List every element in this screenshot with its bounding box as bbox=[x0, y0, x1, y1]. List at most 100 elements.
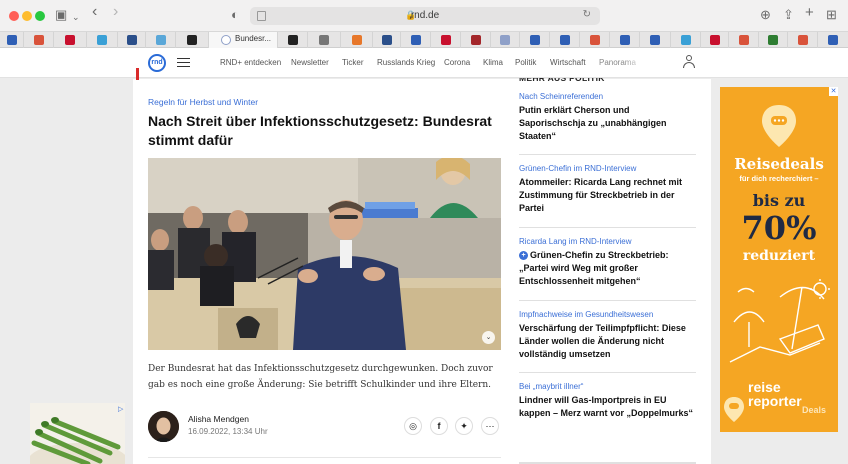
nav-item-wirtschaft[interactable]: Wirtschaft bbox=[550, 58, 586, 67]
share-icon[interactable]: ⇪ bbox=[783, 8, 794, 22]
tab[interactable] bbox=[278, 32, 308, 48]
tab[interactable] bbox=[431, 32, 461, 48]
svg-text:▷: ▷ bbox=[118, 406, 124, 413]
sidebar-article-kicker: Impfnachweise im Gesundheitswesen bbox=[519, 310, 654, 319]
favicon-icon bbox=[589, 35, 600, 45]
close-window-button[interactable] bbox=[9, 11, 19, 21]
web-page: rnd RND+ entdecken Newsletter Ticker Rus… bbox=[0, 48, 848, 464]
nav-item-panorama[interactable]: Panorama bbox=[599, 58, 647, 67]
favicon-icon bbox=[680, 35, 691, 45]
nav-item-rnd-plus[interactable]: RND+ entdecken bbox=[220, 58, 281, 67]
address-bar[interactable]: 🔒 rnd.de ↻ bbox=[250, 7, 600, 25]
nav-item-russlands-krieg[interactable]: Russlands Krieg bbox=[377, 58, 435, 67]
tab[interactable] bbox=[610, 32, 640, 48]
tab[interactable] bbox=[759, 32, 788, 48]
tab[interactable] bbox=[176, 32, 209, 48]
tab[interactable] bbox=[118, 32, 146, 48]
rnd-logo[interactable]: rnd bbox=[148, 54, 166, 72]
facebook-share-button[interactable]: f bbox=[430, 417, 448, 435]
tab[interactable] bbox=[520, 32, 550, 48]
shield-icon[interactable]: ◐ bbox=[231, 8, 239, 22]
ad-percent: 70% bbox=[741, 209, 817, 247]
tab[interactable] bbox=[308, 32, 341, 48]
new-tab-icon[interactable]: + bbox=[805, 5, 814, 20]
user-icon[interactable] bbox=[683, 55, 695, 69]
sidebar-article[interactable]: Impfnachweise im Gesundheitswesen Versch… bbox=[519, 310, 697, 361]
favicon-icon bbox=[828, 35, 838, 45]
food-ad[interactable]: ▷ bbox=[30, 403, 125, 464]
article-headline[interactable]: Nach Streit über Infektionsschutzgesetz:… bbox=[148, 112, 508, 150]
expand-icon[interactable]: ⌄ bbox=[482, 331, 495, 344]
download-icon[interactable]: ⊕ bbox=[760, 8, 771, 22]
back-button[interactable]: ‹ bbox=[92, 4, 97, 20]
favicon-icon bbox=[440, 35, 451, 45]
tab[interactable] bbox=[788, 32, 818, 48]
favicon-icon bbox=[381, 35, 392, 45]
tab[interactable] bbox=[401, 32, 431, 48]
tab[interactable] bbox=[640, 32, 671, 48]
favicon-icon bbox=[650, 35, 660, 45]
sidebar-article-title: Verschärfung der Teilimpfpflicht: Diese … bbox=[519, 323, 686, 359]
favicon-icon bbox=[470, 35, 481, 45]
tab[interactable] bbox=[671, 32, 701, 48]
article-teaser: Der Bundesrat hat das Infektionsschutzge… bbox=[148, 364, 493, 390]
sidebar-article-title: Putin erklärt Cherson und Saporischschja… bbox=[519, 105, 667, 141]
article-hero-image[interactable]: ⌄ bbox=[148, 158, 501, 350]
divider bbox=[519, 227, 696, 228]
tab[interactable] bbox=[146, 32, 176, 48]
sidebar-article-kicker: Nach Scheinreferenden bbox=[519, 92, 604, 101]
tab[interactable] bbox=[491, 32, 520, 48]
menu-icon[interactable] bbox=[177, 58, 190, 67]
nav-item-klima[interactable]: Klima bbox=[483, 58, 503, 67]
tab[interactable] bbox=[729, 32, 759, 48]
author-name[interactable]: Alisha Mendgen bbox=[188, 414, 249, 424]
whatsapp-share-button[interactable]: ◎ bbox=[404, 417, 422, 435]
sidebar-article-kicker: Ricarda Lang im RND-Interview bbox=[519, 237, 632, 246]
nav-item-ticker[interactable]: Ticker bbox=[342, 58, 363, 67]
author-avatar[interactable] bbox=[148, 411, 179, 442]
sidebar-article[interactable]: Ricarda Lang im RND-Interview + Grünen-Ch… bbox=[519, 237, 697, 288]
sidebar-article-title: Atommeiler: Ricarda Lang rechnet mit Zus… bbox=[519, 177, 683, 213]
sidebar-article-kicker: Grünen-Chefin im RND-Interview bbox=[519, 164, 637, 173]
tab[interactable] bbox=[461, 32, 491, 48]
tab[interactable] bbox=[550, 32, 580, 48]
more-share-button[interactable]: ⋯ bbox=[481, 417, 499, 435]
nav-item-corona[interactable]: Corona bbox=[444, 58, 470, 67]
nav-item-newsletter[interactable]: Newsletter bbox=[291, 58, 329, 67]
sidebar-article[interactable]: Grünen-Chefin im RND-Interview Atommeile… bbox=[519, 164, 697, 215]
tab[interactable] bbox=[373, 32, 401, 48]
article-kicker[interactable]: Regeln für Herbst und Winter bbox=[148, 97, 258, 107]
favicon-icon bbox=[797, 35, 808, 45]
maximize-window-button[interactable] bbox=[35, 11, 45, 21]
twitter-share-button[interactable]: ✦ bbox=[455, 417, 473, 435]
sidebar-toggle-icon[interactable]: ▣ bbox=[55, 8, 67, 22]
sidebar-article-kicker: Bei „maybrit illner“ bbox=[519, 382, 584, 391]
favicon-icon bbox=[221, 35, 231, 45]
forward-button[interactable]: › bbox=[113, 4, 118, 20]
tab-overview-icon[interactable]: ⊞ bbox=[826, 8, 837, 22]
sidebar-article[interactable]: Nach Scheinreferenden Putin erklärt Cher… bbox=[519, 92, 697, 143]
reisereporter-ad[interactable]: ✕ Reisedeals für dich recherchiert – bis… bbox=[720, 87, 838, 432]
favicon-icon bbox=[126, 35, 137, 45]
tab[interactable] bbox=[341, 32, 373, 48]
bundesrat-photo bbox=[148, 158, 501, 350]
favicon-icon bbox=[500, 35, 510, 45]
reload-icon[interactable]: ↻ bbox=[583, 9, 591, 20]
tab[interactable] bbox=[87, 32, 118, 48]
minimize-window-button[interactable] bbox=[22, 11, 32, 21]
sidebar-article-title: Grünen-Chefin zu Streckbetrieb: „Partei … bbox=[519, 250, 669, 286]
tab[interactable] bbox=[24, 32, 54, 48]
chevron-down-icon[interactable]: ⌄ bbox=[72, 10, 80, 24]
favicon-icon bbox=[187, 35, 197, 45]
nav-item-politik[interactable]: Politik bbox=[515, 58, 536, 67]
favicon-icon bbox=[97, 35, 107, 45]
tab[interactable] bbox=[701, 32, 729, 48]
tab[interactable] bbox=[818, 32, 848, 48]
tab-active[interactable]: Bundesr... bbox=[209, 32, 278, 48]
tab[interactable] bbox=[0, 32, 24, 48]
ad-upto: bis zu bbox=[752, 191, 806, 210]
favicon-icon bbox=[559, 35, 570, 45]
tab[interactable] bbox=[580, 32, 610, 48]
sidebar-article[interactable]: Bei „maybrit illner“ Lindner will Gas-Im… bbox=[519, 382, 697, 420]
tab[interactable] bbox=[54, 32, 87, 48]
